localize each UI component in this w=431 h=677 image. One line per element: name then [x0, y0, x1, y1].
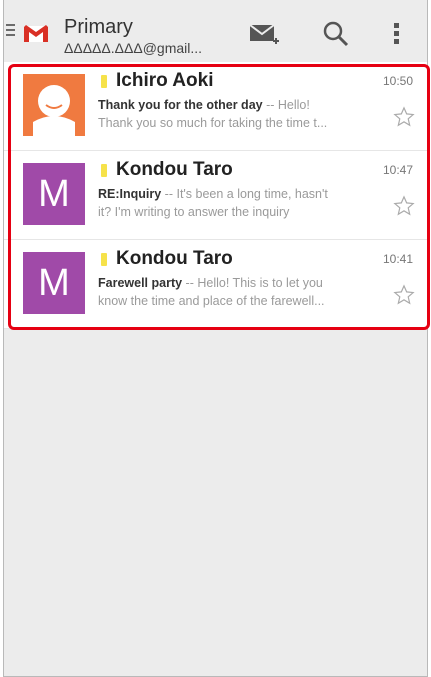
menu-icon[interactable]	[6, 24, 15, 36]
overflow-menu-icon	[394, 23, 399, 44]
sender-name: Kondou Taro	[116, 159, 233, 180]
gmail-logo[interactable]	[24, 24, 48, 42]
star-icon[interactable]	[393, 284, 415, 306]
email-snippet-line2: it? I'm writing to answer the inquiry	[98, 205, 290, 219]
email-time: 10:47	[382, 163, 413, 177]
email-preview: Farewell party -- Hello! This is to let …	[98, 274, 378, 310]
search-button[interactable]	[316, 16, 356, 52]
sender-name: Ichiro Aoki	[116, 70, 214, 91]
action-bar: Primary ΔΔΔΔΔ.ΔΔΔ@gmail...	[4, 0, 427, 58]
email-row[interactable]: Ichiro Aoki 10:50 Thank you for the othe…	[4, 62, 427, 151]
email-snippet: -- Hello! This is to let you	[182, 276, 323, 290]
email-subject: RE:Inquiry	[98, 187, 162, 201]
default-contact-photo-icon	[23, 74, 85, 136]
important-marker[interactable]	[101, 253, 107, 266]
email-subject: Thank you for the other day	[98, 98, 263, 112]
email-snippet-line2: know the time and place of the farewell.…	[98, 294, 325, 308]
important-marker[interactable]	[101, 75, 107, 88]
mailbox-title: Primary	[64, 16, 133, 38]
email-time: 10:50	[382, 74, 413, 88]
star-icon[interactable]	[393, 195, 415, 217]
email-preview: Thank you for the other day -- Hello! Th…	[98, 96, 378, 132]
important-marker[interactable]	[101, 164, 107, 177]
email-row[interactable]: M Kondou Taro 10:41 Farewell party -- He…	[4, 240, 427, 329]
email-preview: RE:Inquiry -- It's been a long time, has…	[98, 185, 378, 221]
email-subject: Farewell party	[98, 276, 183, 290]
avatar[interactable]: M	[23, 252, 85, 314]
account-email: ΔΔΔΔΔ.ΔΔΔ@gmail...	[64, 40, 203, 56]
email-snippet-line2: Thank you so much for taking the time t.…	[98, 116, 328, 130]
screen: Primary ΔΔΔΔΔ.ΔΔΔ@gmail... Ichiro Aoki 1…	[3, 0, 428, 677]
search-icon	[323, 21, 349, 47]
email-snippet: -- Hello!	[262, 98, 310, 112]
compose-button[interactable]	[244, 16, 284, 52]
star-icon[interactable]	[393, 106, 415, 128]
email-list: Ichiro Aoki 10:50 Thank you for the othe…	[4, 62, 427, 329]
email-snippet: -- It's been a long time, hasn't	[161, 187, 328, 201]
compose-icon	[249, 24, 279, 44]
email-time: 10:41	[382, 252, 413, 266]
sender-name: Kondou Taro	[116, 248, 233, 269]
avatar[interactable]: M	[23, 163, 85, 225]
overflow-menu-button[interactable]	[382, 16, 412, 52]
email-row[interactable]: M Kondou Taro 10:47 RE:Inquiry -- It's b…	[4, 151, 427, 240]
avatar[interactable]	[23, 74, 85, 136]
